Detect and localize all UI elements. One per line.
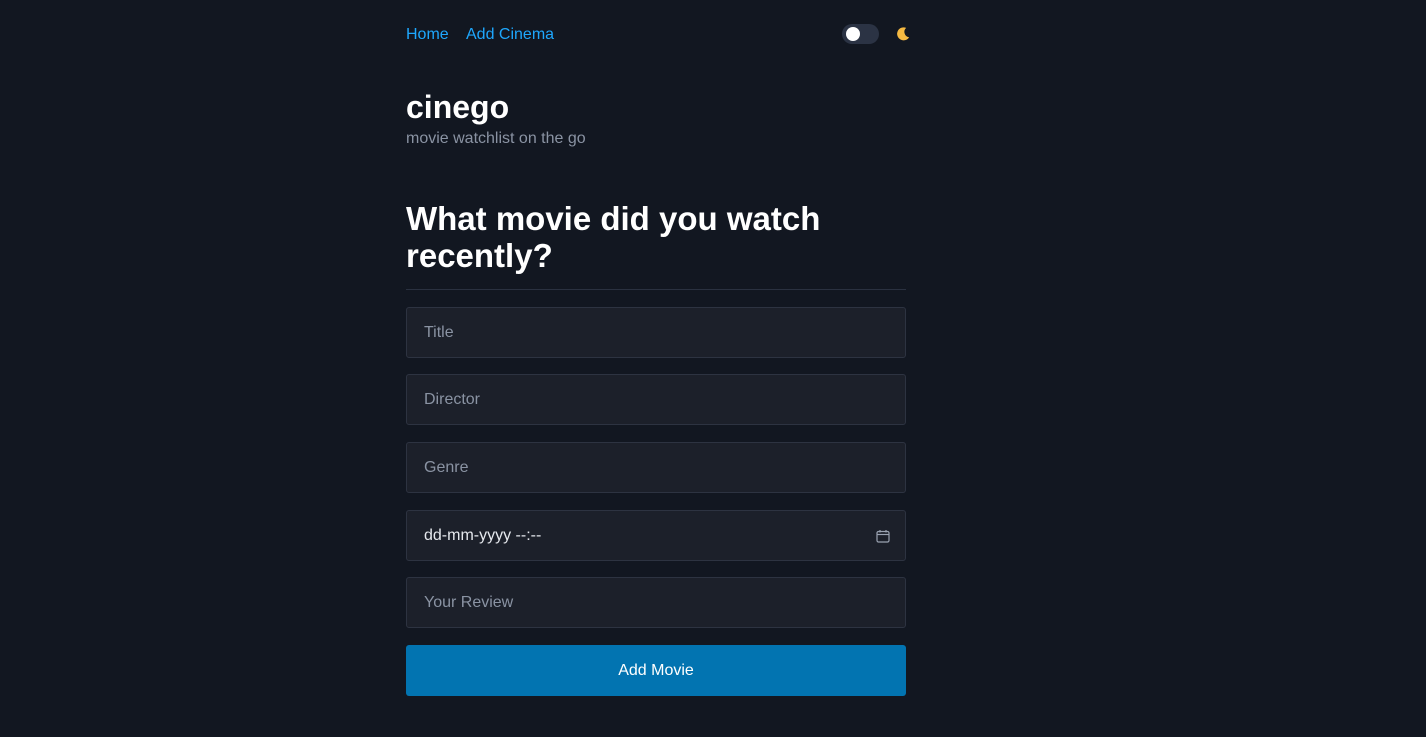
nav-link-add-cinema[interactable]: Add Cinema bbox=[466, 26, 554, 44]
brand-title: cinego bbox=[406, 89, 510, 125]
genre-input[interactable] bbox=[406, 442, 906, 493]
calendar-icon[interactable] bbox=[876, 529, 890, 543]
theme-toggle[interactable] bbox=[842, 24, 879, 44]
form-heading: What movie did you watch recently? bbox=[406, 200, 821, 274]
datetime-input-text: dd-mm-yyyy --:-- bbox=[424, 526, 542, 544]
top-nav: Home Add Cinema bbox=[406, 24, 912, 48]
add-movie-button[interactable]: Add Movie bbox=[406, 645, 906, 696]
toggle-knob bbox=[846, 27, 860, 41]
divider bbox=[406, 289, 906, 290]
moon-icon bbox=[897, 27, 910, 41]
review-input[interactable] bbox=[406, 577, 906, 628]
brand-subtitle: movie watchlist on the go bbox=[406, 130, 586, 147]
title-input[interactable] bbox=[406, 307, 906, 358]
nav-link-home[interactable]: Home bbox=[406, 26, 449, 44]
datetime-input[interactable]: dd-mm-yyyy --:-- bbox=[406, 510, 906, 561]
director-input[interactable] bbox=[406, 374, 906, 425]
